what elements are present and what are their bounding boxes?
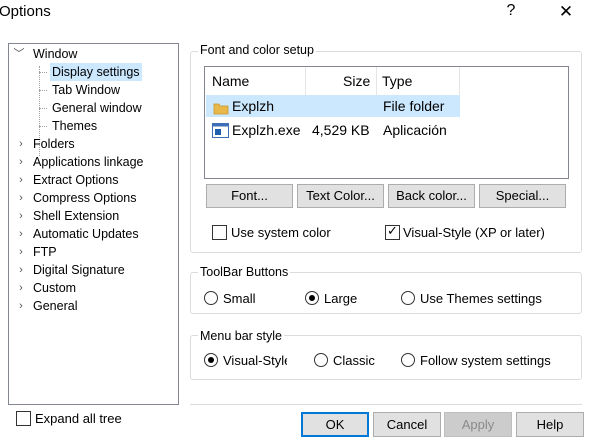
tree-item-themes[interactable]: Themes xyxy=(9,117,178,135)
application-icon xyxy=(212,122,229,144)
use-system-color-checkbox[interactable] xyxy=(212,225,227,240)
preview-listview[interactable]: Name Size Type Explzh File folder Explzh… xyxy=(204,66,569,179)
menubar-classic-label: Classic xyxy=(333,353,375,368)
toolbar-small-label: Small xyxy=(223,291,256,306)
tree-item-display-settings[interactable]: Display settings xyxy=(9,63,178,81)
tree-item-shell-extension[interactable]: › Shell Extension xyxy=(9,207,178,225)
tree-item-ftp[interactable]: › FTP xyxy=(9,243,178,261)
toolbar-buttons-group-title: ToolBar Buttons xyxy=(198,265,291,279)
tree-item-general-window[interactable]: General window xyxy=(9,99,178,117)
column-divider xyxy=(376,67,377,95)
font-button[interactable]: Font... xyxy=(206,184,293,208)
menubar-visual-style-label: Visual-Style xyxy=(223,353,287,368)
chevron-down-icon[interactable]: ﹀ xyxy=(13,45,25,63)
tree-item-folders[interactable]: › Folders xyxy=(9,135,178,153)
menu-bar-style-group-title: Menu bar style xyxy=(198,329,284,343)
chevron-right-icon[interactable]: › xyxy=(15,243,27,261)
column-header-size[interactable]: Size xyxy=(343,73,370,89)
row-type: File folder xyxy=(383,98,445,114)
list-row-explzh-exe[interactable]: Explzh.exe 4,529 KB Aplicación xyxy=(206,119,460,141)
tree-item-label: Extract Options xyxy=(33,173,119,187)
list-row-explzh-folder[interactable]: Explzh File folder xyxy=(206,95,460,117)
footer-divider xyxy=(190,404,582,405)
chevron-right-icon[interactable]: › xyxy=(15,279,27,297)
toolbar-small-radio[interactable] xyxy=(204,291,218,305)
tree-item-label: General window xyxy=(52,101,142,115)
tree-item-tab-window[interactable]: Tab Window xyxy=(9,81,178,99)
tree-item-label: Window xyxy=(33,47,78,61)
expand-all-label: Expand all tree xyxy=(35,411,122,426)
toolbar-large-label: Large xyxy=(324,291,358,306)
apply-button[interactable]: Apply xyxy=(444,412,512,437)
chevron-right-icon[interactable]: › xyxy=(15,171,27,189)
tree-item-label: FTP xyxy=(33,245,57,259)
help-title-button[interactable]: ? xyxy=(503,2,519,22)
column-divider xyxy=(305,67,306,95)
tree-item-window[interactable]: ﹀ Window xyxy=(9,45,178,63)
tree-item-label: General xyxy=(33,299,78,313)
tree-item-general[interactable]: › General xyxy=(9,297,178,315)
tree-item-label: Tab Window xyxy=(52,83,121,97)
menubar-classic-radio[interactable] xyxy=(314,353,328,367)
special-button[interactable]: Special... xyxy=(479,184,566,208)
tree-item-digital-signature[interactable]: › Digital Signature xyxy=(9,261,178,279)
chevron-right-icon[interactable]: › xyxy=(15,261,27,279)
menubar-visual-style-radio[interactable] xyxy=(204,353,218,367)
tree-item-label: Digital Signature xyxy=(33,263,125,277)
menubar-follow-system-radio[interactable] xyxy=(401,353,415,367)
tree-item-label: Shell Extension xyxy=(33,209,120,223)
menubar-follow-system-label: Follow system settings xyxy=(420,353,551,368)
check-icon: ✓ xyxy=(387,223,398,238)
tree-item-automatic-updates[interactable]: › Automatic Updates xyxy=(9,225,178,243)
tree-item-label: Compress Options xyxy=(33,191,137,205)
use-system-color-label: Use system color xyxy=(231,225,331,240)
toolbar-themes-label: Use Themes settings xyxy=(420,291,542,306)
chevron-right-icon[interactable]: › xyxy=(15,207,27,225)
row-type: Aplicación xyxy=(383,122,447,138)
row-name: Explzh xyxy=(232,98,275,114)
row-size: 4,529 KB xyxy=(312,122,370,138)
toolbar-large-radio[interactable] xyxy=(305,291,319,305)
font-color-group-title: Font and color setup xyxy=(198,43,316,57)
row-name: Explzh.exe xyxy=(232,122,301,138)
text-color-button[interactable]: Text Color... xyxy=(297,184,384,208)
column-header-type[interactable]: Type xyxy=(382,73,412,89)
tree-item-label: Themes xyxy=(52,119,98,133)
cancel-button[interactable]: Cancel xyxy=(373,412,441,437)
tree-item-applications-linkage[interactable]: › Applications linkage xyxy=(9,153,178,171)
window-title: Options xyxy=(0,3,51,20)
back-color-button[interactable]: Back color... xyxy=(388,184,475,208)
chevron-right-icon[interactable]: › xyxy=(15,297,27,315)
visual-style-checkbox[interactable]: ✓ xyxy=(385,223,400,240)
toolbar-themes-radio[interactable] xyxy=(401,291,415,305)
tree-item-extract-options[interactable]: › Extract Options xyxy=(9,171,178,189)
options-tree[interactable]: ﹀ Window Display settings Tab Window Gen… xyxy=(8,43,179,405)
tree-item-label: Applications linkage xyxy=(33,155,144,169)
visual-style-label: Visual-Style (XP or later) xyxy=(403,225,545,240)
tree-item-label: Folders xyxy=(33,137,75,151)
tree-item-label: Display settings xyxy=(50,63,142,81)
expand-all-checkbox[interactable] xyxy=(16,411,31,426)
chevron-right-icon[interactable]: › xyxy=(15,189,27,207)
close-button[interactable]: ✕ xyxy=(556,2,576,22)
tree-item-label: Automatic Updates xyxy=(33,227,139,241)
column-divider xyxy=(459,67,460,95)
column-header-name[interactable]: Name xyxy=(212,73,249,89)
radio-dot-icon xyxy=(208,357,214,363)
tree-item-custom[interactable]: › Custom xyxy=(9,279,178,297)
folder-icon xyxy=(213,99,229,121)
help-button[interactable]: Help xyxy=(516,412,584,437)
chevron-right-icon[interactable]: › xyxy=(15,135,27,153)
tree-item-label: Custom xyxy=(33,281,77,295)
chevron-right-icon[interactable]: › xyxy=(15,153,27,171)
ok-button[interactable]: OK xyxy=(301,412,369,437)
tree-item-compress-options[interactable]: › Compress Options xyxy=(9,189,178,207)
radio-dot-icon xyxy=(309,295,315,301)
chevron-right-icon[interactable]: › xyxy=(15,225,27,243)
